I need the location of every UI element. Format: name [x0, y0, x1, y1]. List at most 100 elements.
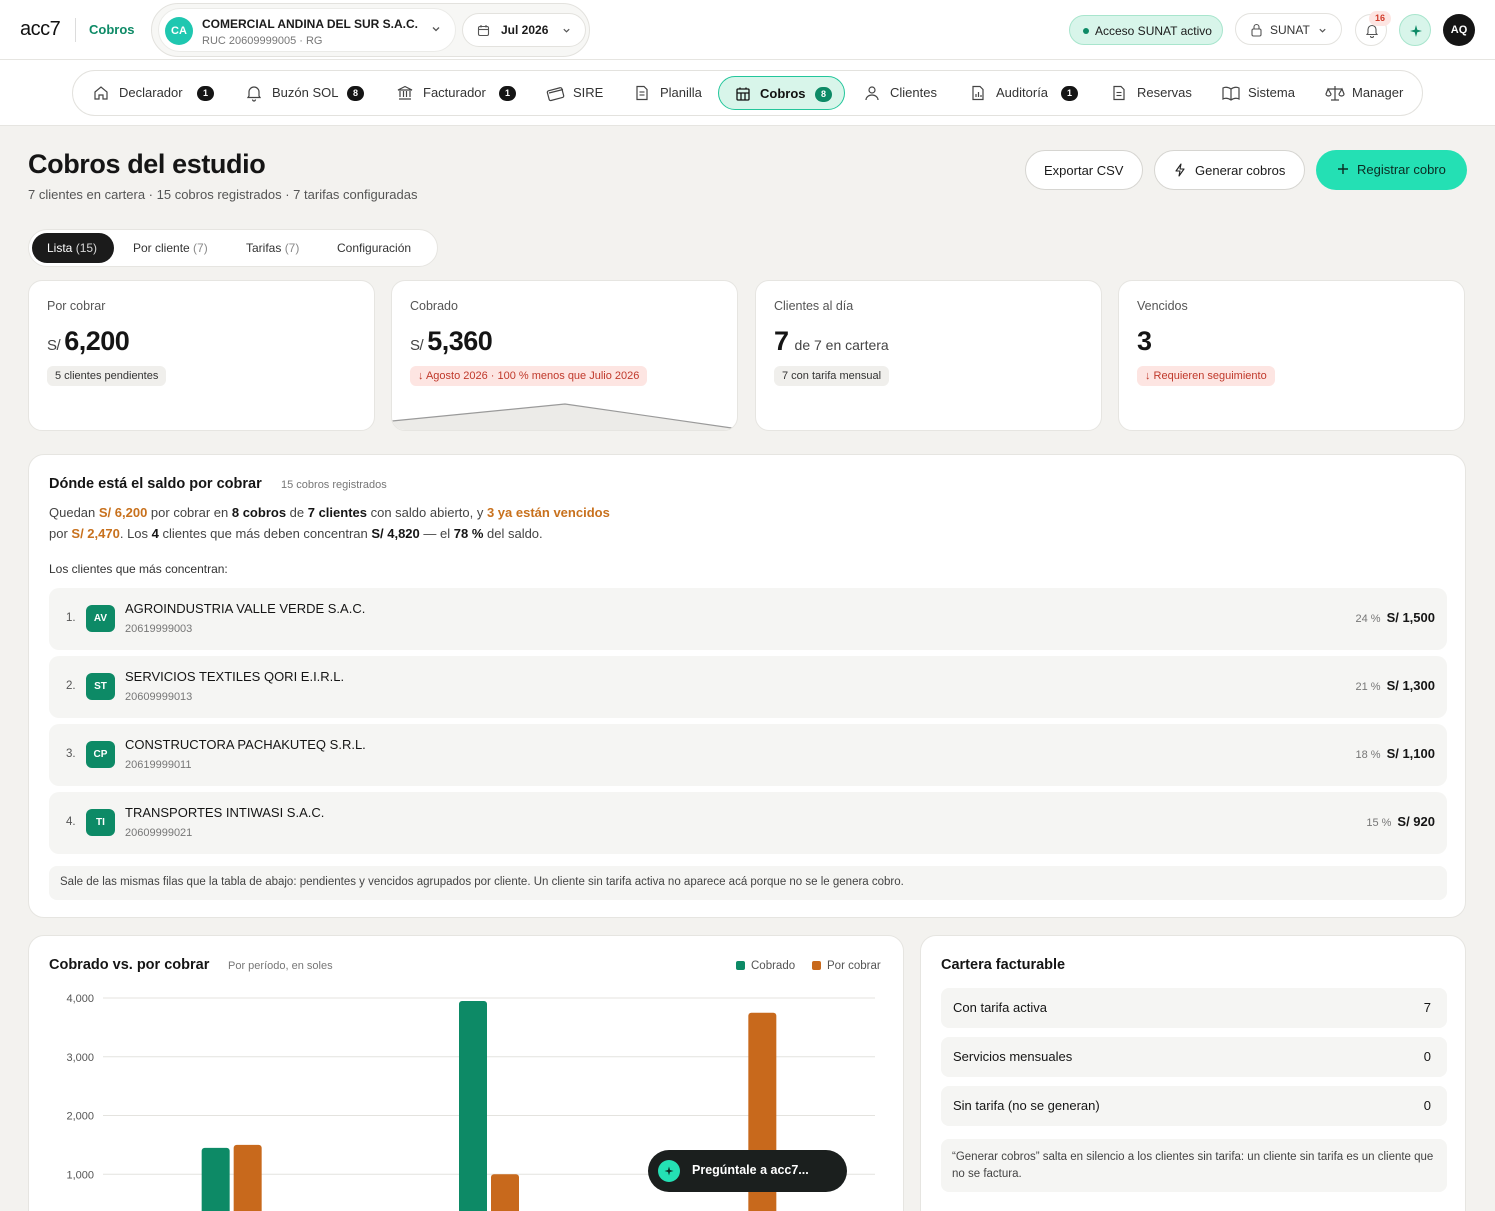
- nav-item-facturador[interactable]: Facturador 1: [396, 76, 518, 110]
- assistant-button[interactable]: [1399, 14, 1431, 46]
- amount: S/ 1,100: [1386, 746, 1435, 761]
- sunat-access-status: Acceso SUNAT activo: [1069, 15, 1223, 45]
- y-tick-label: 4,000: [66, 993, 94, 1005]
- cartera-note: “Generar cobros” salta en silencio a los…: [941, 1139, 1447, 1192]
- tab-label: Tarifas: [246, 241, 282, 255]
- nav-item-clientes[interactable]: Clientes: [863, 76, 945, 110]
- kpi-label: Clientes al día: [774, 299, 854, 313]
- kpi-currency: S/: [47, 337, 61, 354]
- share-percent: 15 %: [1366, 817, 1392, 829]
- kpi-label: Vencidos: [1137, 299, 1188, 313]
- rank: 3.: [66, 748, 76, 760]
- period-label: Jul 2026: [501, 23, 549, 37]
- cartera-row-label: Servicios mensuales: [953, 1049, 1073, 1064]
- chart-title: Cobrado vs. por cobrar: [49, 957, 210, 973]
- nav-item-label: Auditoría: [996, 85, 1049, 100]
- chevron-down-icon: [562, 26, 571, 35]
- nav-item-reservas[interactable]: Reservas: [1110, 76, 1196, 110]
- tab-configuracion[interactable]: Configuración: [321, 233, 433, 263]
- tab-count: (7): [193, 241, 208, 255]
- list-item[interactable]: 4. TI TRANSPORTES INTIWASI S.A.C. 206099…: [49, 792, 1447, 854]
- chart-subtitle: Por período, en soles: [228, 960, 333, 972]
- legend-item-por-cobrar: Por cobrar: [812, 960, 881, 972]
- saldo-footnote: Sale de las mismas filas que la tabla de…: [49, 866, 1447, 900]
- book-icon: [1221, 84, 1241, 102]
- nav-item-declarador[interactable]: Declarador 1: [92, 76, 218, 110]
- module-nav: Declarador 1 Buzón SOL 8 Facturador 1 SI…: [0, 60, 1495, 126]
- client-ruc: 20619999011: [125, 759, 192, 771]
- list-item[interactable]: 2. ST SERVICIOS TEXTILES QORI E.I.R.L. 2…: [49, 656, 1447, 718]
- nav-item-label: Planilla: [660, 85, 702, 100]
- list-item[interactable]: 1. AV AGROINDUSTRIA VALLE VERDE S.A.C. 2…: [49, 588, 1447, 650]
- document-icon: [1110, 84, 1128, 102]
- nav-item-sistema[interactable]: Sistema: [1221, 76, 1301, 110]
- tab-lista[interactable]: Lista (15): [32, 233, 114, 263]
- company-avatar: CA: [165, 17, 193, 45]
- page-title: Cobros del estudio: [28, 149, 266, 179]
- bar-por-cobrar: [233, 1144, 262, 1211]
- sparkle-icon: [1410, 25, 1422, 37]
- kpi-clientes-al-dia: Clientes al día 7 de 7 en cartera 7 con t…: [755, 280, 1102, 431]
- cartera-card: Cartera facturable Con tarifa activa 7 S…: [920, 935, 1466, 1211]
- bell-icon: [245, 84, 263, 102]
- kpi-sparkline: [392, 403, 737, 430]
- avatar: CP: [86, 741, 115, 768]
- tab-por-cliente[interactable]: Por cliente (7): [117, 233, 223, 263]
- nav-badge: 8: [347, 86, 364, 101]
- kpi-trend-chip: ↓ Agosto 2026 · 100 % menos que Julio 20…: [410, 366, 648, 386]
- nav-item-auditoria[interactable]: Auditoría 1: [969, 76, 1083, 110]
- period-selector[interactable]: Jul 2026: [462, 13, 586, 47]
- nav-item-sire[interactable]: SIRE: [546, 76, 612, 110]
- module-name: Cobros: [89, 22, 135, 37]
- nav-badge: 8: [815, 87, 832, 102]
- avatar: TI: [86, 809, 115, 836]
- y-tick-label: 3,000: [66, 1052, 94, 1064]
- kpi-value: 3: [1137, 326, 1152, 356]
- app-logo[interactable]: acc7: [20, 18, 61, 41]
- module-nav-pill: Declarador 1 Buzón SOL 8 Facturador 1 SI…: [72, 70, 1423, 116]
- nav-item-manager[interactable]: Manager: [1325, 76, 1409, 110]
- cartera-row-value: 7: [1423, 1000, 1431, 1015]
- nav-item-buzon-sol[interactable]: Buzón SOL 8: [245, 76, 367, 110]
- list-item[interactable]: 3. CP CONSTRUCTORA PACHAKUTEQ S.R.L. 206…: [49, 724, 1447, 786]
- generate-cobros-button[interactable]: Generar cobros: [1154, 150, 1305, 190]
- register-cobro-button[interactable]: Registrar cobro: [1316, 150, 1467, 190]
- nav-item-planilla[interactable]: Planilla: [633, 76, 713, 110]
- kpi-chip: 7 con tarifa mensual: [774, 366, 890, 386]
- user-avatar[interactable]: AQ: [1443, 14, 1475, 46]
- audit-icon: [969, 84, 987, 102]
- cartera-row-label: Sin tarifa (no se generan): [953, 1098, 1100, 1113]
- tab-label: Por cliente: [133, 241, 190, 255]
- cartera-row-value: 0: [1423, 1049, 1431, 1064]
- kpi-value: 6,200: [64, 326, 130, 356]
- export-csv-button[interactable]: Exportar CSV: [1025, 150, 1143, 190]
- kpi-por-cobrar: Por cobrar S/6,200 5 clientes pendientes: [28, 280, 375, 431]
- kpi-label: Por cobrar: [47, 299, 106, 313]
- nav-badge: 1: [197, 86, 214, 101]
- client-name: TRANSPORTES INTIWASI S.A.C.: [125, 805, 325, 820]
- company-selector[interactable]: CA COMERCIAL ANDINA DEL SUR S.A.C. RUC 2…: [158, 8, 456, 52]
- kpi-chip: 5 clientes pendientes: [47, 366, 167, 386]
- top-clients-label: Los clientes que más concentran:: [49, 562, 228, 576]
- home-icon: [92, 84, 110, 102]
- client-name: SERVICIOS TEXTILES QORI E.I.R.L.: [125, 669, 345, 684]
- nav-item-label: Sistema: [1248, 85, 1295, 100]
- nav-item-cobros[interactable]: Cobros 8: [718, 76, 845, 110]
- saldo-summary-line-2: por S/ 2,470. Los 4 clientes que más deb…: [49, 526, 543, 541]
- cartera-row-value: 0: [1423, 1098, 1431, 1113]
- tab-tarifas[interactable]: Tarifas (7): [229, 233, 315, 263]
- amount: S/ 1,300: [1386, 678, 1435, 693]
- kpi-currency: S/: [410, 337, 424, 354]
- context-switcher: CA COMERCIAL ANDINA DEL SUR S.A.C. RUC 2…: [151, 3, 590, 57]
- saldo-subtitle: 15 cobros registrados: [281, 479, 387, 491]
- register-cobro-label: Registrar cobro: [1357, 162, 1446, 177]
- notification-count-badge: 16: [1369, 11, 1391, 26]
- tab-count: (15): [75, 241, 98, 255]
- ask-assistant-button[interactable]: Pregúntale a acc7...: [648, 1150, 847, 1192]
- sunat-button[interactable]: SUNAT: [1235, 13, 1342, 45]
- nav-item-label: Declarador: [119, 85, 183, 100]
- nav-badge: 1: [1061, 86, 1078, 101]
- y-tick-label: 1,000: [66, 1169, 94, 1181]
- saldo-card: Dónde está el saldo por cobrar 15 cobros…: [28, 454, 1466, 918]
- nav-item-label: Cobros: [760, 86, 806, 101]
